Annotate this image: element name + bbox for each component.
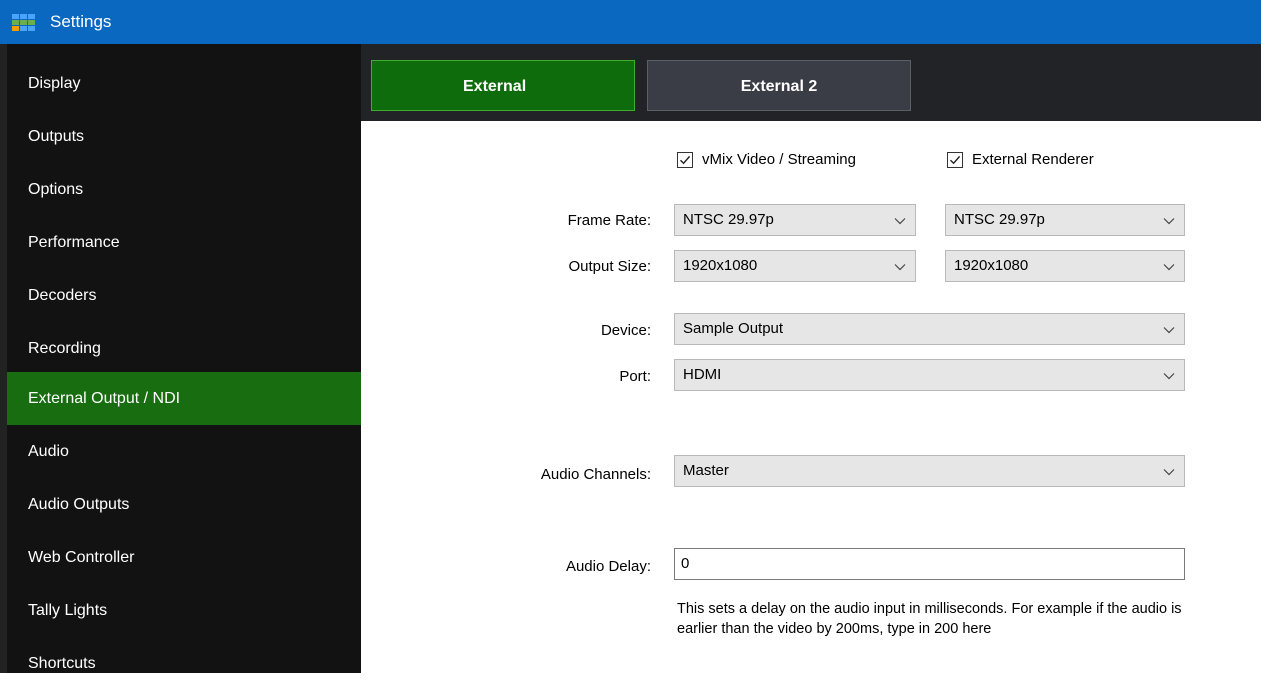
vmix-video-streaming-label: vMix Video / Streaming (702, 151, 856, 168)
frame-rate-value-2: NTSC 29.97p (954, 211, 1045, 228)
frame-rate-select-1[interactable]: NTSC 29.97p (674, 204, 916, 236)
sidebar-item-external-output-ndi[interactable]: External Output / NDI (7, 372, 361, 425)
audio-channels-select[interactable]: Master (674, 455, 1185, 487)
vmix-logo-icon (12, 14, 36, 32)
tab-external-2[interactable]: External 2 (647, 60, 911, 111)
chevron-down-icon (1163, 264, 1175, 271)
audio-delay-label: Audio Delay: (565, 558, 651, 575)
sidebar-item-audio-outputs[interactable]: Audio Outputs (7, 478, 361, 531)
external-renderer-label: External Renderer (972, 151, 1094, 168)
checkbox-checked-icon (947, 151, 963, 168)
output-size-label: Output Size: (568, 258, 651, 275)
tab-bar: External External 2 (361, 44, 1261, 121)
port-select[interactable]: HDMI (674, 359, 1185, 391)
sidebar: Display Outputs Options Performance Deco… (0, 44, 361, 673)
audio-delay-help-text: This sets a delay on the audio input in … (677, 601, 1182, 637)
tab-external[interactable]: External (371, 60, 635, 111)
sidebar-item-tally-lights[interactable]: Tally Lights (7, 584, 361, 637)
audio-delay-input[interactable]: 0 (674, 548, 1185, 580)
sidebar-item-display[interactable]: Display (7, 57, 361, 110)
audio-channels-label: Audio Channels: (540, 466, 651, 483)
output-size-select-1[interactable]: 1920x1080 (674, 250, 916, 282)
title-bar: Settings (0, 0, 1261, 44)
settings-panel: vMix Video / Streaming External Renderer… (361, 121, 1261, 673)
chevron-down-icon (1163, 469, 1175, 476)
frame-rate-label: Frame Rate: (567, 212, 651, 229)
output-size-select-2[interactable]: 1920x1080 (945, 250, 1185, 282)
chevron-down-icon (894, 264, 906, 271)
port-label: Port: (619, 368, 651, 385)
device-select[interactable]: Sample Output (674, 313, 1185, 345)
sidebar-item-audio[interactable]: Audio (7, 425, 361, 478)
sidebar-item-outputs[interactable]: Outputs (7, 110, 361, 163)
frame-rate-select-2[interactable]: NTSC 29.97p (945, 204, 1185, 236)
frame-rate-value-1: NTSC 29.97p (683, 211, 774, 228)
chevron-down-icon (894, 218, 906, 225)
output-size-value-1: 1920x1080 (683, 257, 758, 274)
chevron-down-icon (1163, 218, 1175, 225)
window-title: Settings (50, 12, 112, 31)
device-value: Sample Output (683, 320, 784, 337)
output-size-value-2: 1920x1080 (954, 257, 1029, 274)
chevron-down-icon (1163, 327, 1175, 334)
chevron-down-icon (1163, 373, 1175, 380)
audio-channels-value: Master (683, 462, 729, 479)
sidebar-item-options[interactable]: Options (7, 163, 361, 216)
port-value: HDMI (683, 366, 722, 383)
device-label: Device: (600, 322, 651, 339)
sidebar-edge (0, 44, 7, 673)
sidebar-item-shortcuts[interactable]: Shortcuts (7, 637, 361, 690)
sidebar-item-performance[interactable]: Performance (7, 216, 361, 269)
sidebar-item-web-controller[interactable]: Web Controller (7, 531, 361, 584)
checkbox-checked-icon (677, 151, 693, 168)
sidebar-item-decoders[interactable]: Decoders (7, 269, 361, 322)
sidebar-item-recording[interactable]: Recording (7, 322, 361, 375)
external-renderer-checkbox[interactable]: External Renderer (947, 151, 1094, 168)
vmix-video-streaming-checkbox[interactable]: vMix Video / Streaming (677, 151, 856, 168)
